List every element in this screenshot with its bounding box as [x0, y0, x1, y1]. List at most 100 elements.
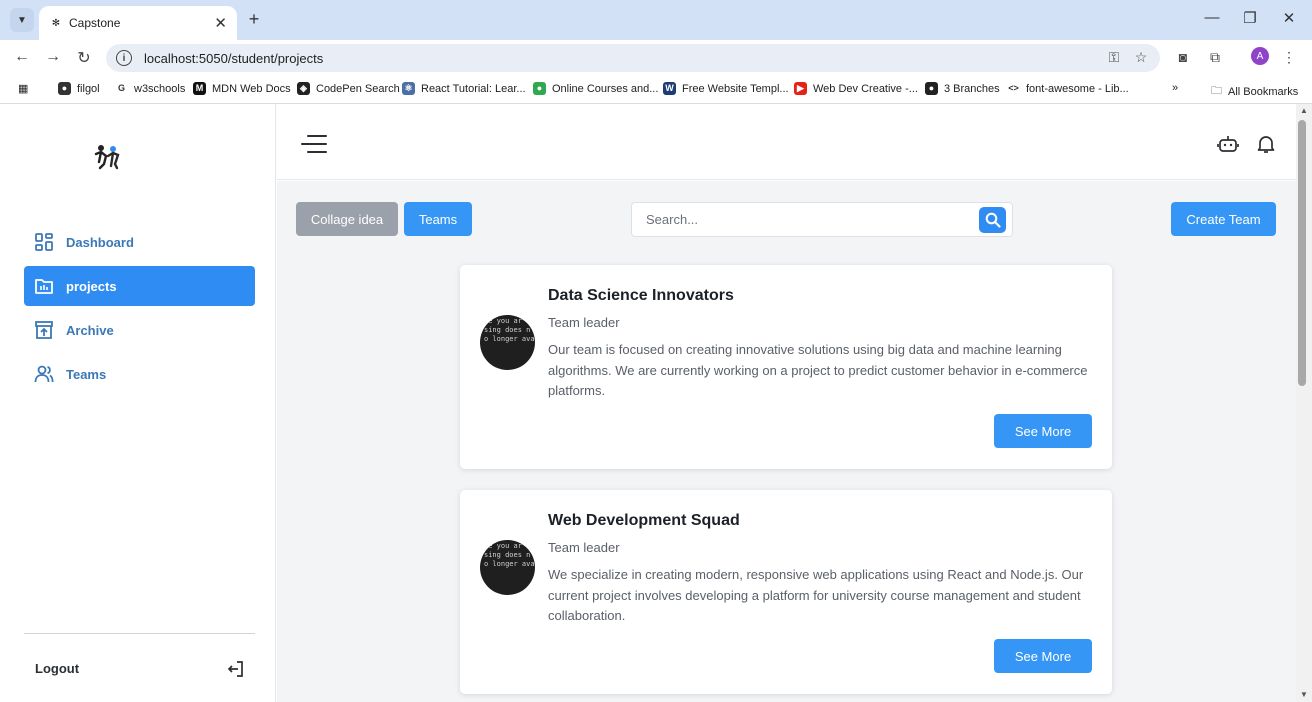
scroll-down-arrow-icon[interactable]: ▼ [1297, 690, 1311, 699]
browser-menu-icon[interactable]: ⋮ [1279, 49, 1299, 66]
bookmarks-bar: ▦ ● filgol Gw3schools M MDN Web Docs ◈ CodePen… [0, 76, 1312, 104]
bookmark-label: 3 Branches [944, 82, 1000, 95]
tab-search-button[interactable]: ▼ [10, 8, 34, 32]
browser-chrome: ▼ ✻ Capstone ✕ + — ❐ ✕ ← → ↻ i localhost… [0, 0, 1312, 104]
profile-avatar[interactable]: A [1251, 47, 1269, 65]
main-content: Collage idea Teams Create Team ge you ar… [277, 181, 1296, 702]
team-role: Team leader [548, 315, 620, 330]
bookmark-label: React Tutorial: Lear... [421, 82, 526, 95]
browser-tab[interactable]: ✻ Capstone ✕ [39, 6, 237, 40]
collage-idea-button[interactable]: Collage idea [296, 202, 398, 236]
sidebar-item-dashboard[interactable]: Dashboard [24, 222, 255, 262]
url-text: localhost:5050/student/projects [144, 50, 324, 66]
bookmark-star-icon[interactable]: ☆ [1131, 49, 1151, 66]
more-bookmarks-icon[interactable]: » [1172, 82, 1178, 94]
sidebar-item-label: Archive [66, 322, 114, 338]
bookmark-favicon-icon: ● [925, 82, 938, 95]
extensions-icon[interactable]: ⧉ [1205, 49, 1225, 66]
see-more-button[interactable]: See More [994, 414, 1092, 448]
logout-button[interactable]: Logout [35, 661, 79, 676]
minimize-icon[interactable]: — [1200, 9, 1224, 26]
bookmark-item[interactable]: ● filgol [58, 82, 100, 95]
bookmark-item[interactable]: ◈ CodePen Search [297, 82, 400, 95]
back-icon[interactable]: ← [12, 48, 32, 66]
bookmark-item[interactable]: ● 3 Branches [925, 82, 1000, 95]
bookmark-item[interactable]: Gw3schools [115, 82, 185, 95]
bookmark-label: Web Dev Creative -... [813, 82, 918, 95]
site-info-icon[interactable]: i [116, 50, 132, 66]
bookmark-favicon-icon: ▶ [794, 82, 807, 95]
sidebar-item-label: Dashboard [66, 234, 134, 250]
search-input[interactable] [632, 203, 972, 236]
see-more-button[interactable]: See More [994, 639, 1092, 673]
hamburger-menu-icon[interactable] [300, 134, 328, 154]
scrollbar-thumb[interactable] [1298, 120, 1306, 386]
search-button[interactable] [979, 207, 1006, 233]
bookmark-item[interactable]: ▶ Web Dev Creative -... [794, 82, 918, 95]
sidebar-item-label: projects [66, 278, 117, 294]
team-title: Data Science Innovators [548, 287, 734, 304]
camera-icon[interactable]: ◙ [1173, 49, 1193, 65]
projects-icon [35, 279, 53, 294]
close-window-icon[interactable]: ✕ [1277, 9, 1301, 27]
bookmark-item[interactable]: M MDN Web Docs [193, 82, 291, 95]
apps-icon[interactable]: ▦ [18, 82, 28, 95]
reload-icon[interactable]: ↻ [74, 48, 94, 68]
all-bookmarks[interactable]: 🗀 All Bookmarks [1211, 82, 1298, 101]
team-avatar: ge you arsing does no longer avail [480, 315, 535, 370]
new-tab-icon[interactable]: + [244, 9, 264, 30]
bookmark-item[interactable]: ● Online Courses and... [533, 82, 658, 95]
sidebar-item-teams[interactable]: Teams [24, 354, 255, 394]
bookmark-item[interactable]: W Free Website Templ... [663, 82, 789, 95]
team-description: Our team is focused on creating innovati… [548, 342, 1088, 398]
team-card: ge you arsing does no longer avail Web D… [460, 490, 1112, 694]
restore-icon[interactable]: ❐ [1238, 9, 1262, 27]
bookmark-favicon-icon: W [663, 82, 676, 95]
bookmark-label: font-awesome - Lib... [1026, 82, 1129, 95]
team-avatar: ge you arsing does no longer avail [480, 540, 535, 595]
all-bookmarks-label: All Bookmarks [1228, 85, 1299, 98]
bookmark-favicon-icon: G [115, 82, 128, 95]
notification-bell-icon[interactable] [1256, 134, 1276, 154]
password-key-icon[interactable]: ⚿ [1104, 49, 1124, 66]
bookmark-label: Online Courses and... [552, 82, 659, 95]
tab-strip: ▼ ✻ Capstone ✕ + — ❐ ✕ [0, 0, 1312, 40]
bookmark-label: filgol [77, 82, 100, 95]
bookmark-label: Free Website Templ... [682, 82, 789, 95]
address-bar[interactable]: i localhost:5050/student/projects [106, 44, 1160, 72]
sidebar-divider [24, 633, 255, 634]
bookmark-item[interactable]: <> font-awesome - Lib... [1007, 82, 1129, 95]
app: Dashboard projects Archive Teams Logout … [0, 104, 1296, 702]
logout-icon[interactable] [227, 660, 245, 678]
archive-icon [35, 321, 53, 339]
tab-title: Capstone [69, 16, 121, 30]
bookmark-label: w3schools [134, 82, 186, 95]
logo-icon [94, 145, 120, 170]
bookmark-label: MDN Web Docs [212, 82, 291, 95]
bookmark-favicon-icon: ◈ [297, 82, 310, 95]
bookmark-label: CodePen Search [316, 82, 400, 95]
bookmark-favicon-icon: ● [58, 82, 71, 95]
tab-favicon-icon: ✻ [51, 17, 61, 29]
users-icon [34, 365, 54, 383]
topbar [277, 104, 1296, 180]
search-box [631, 202, 1013, 237]
create-team-button[interactable]: Create Team [1171, 202, 1276, 236]
bookmark-favicon-icon: M [193, 82, 206, 95]
scroll-up-arrow-icon[interactable]: ▲ [1297, 106, 1311, 115]
bookmark-favicon-icon: ● [533, 82, 546, 95]
forward-icon[interactable]: → [43, 48, 63, 66]
grid-icon [35, 233, 53, 251]
browser-toolbar: ← → ↻ i localhost:5050/student/projects … [0, 40, 1312, 76]
sidebar: Dashboard projects Archive Teams Logout [4, 104, 276, 702]
close-tab-icon[interactable]: ✕ [214, 14, 227, 32]
team-card: ge you arsing does no longer avail Data … [460, 265, 1112, 469]
bot-icon[interactable] [1217, 134, 1239, 154]
sidebar-item-archive[interactable]: Archive [24, 310, 255, 350]
sidebar-item-label: Teams [66, 366, 107, 382]
bookmark-item[interactable]: ⚛ React Tutorial: Lear... [402, 82, 526, 95]
teams-button[interactable]: Teams [404, 202, 472, 236]
team-title: Web Development Squad [548, 512, 740, 529]
team-role: Team leader [548, 540, 620, 555]
sidebar-item-projects[interactable]: projects [24, 266, 255, 306]
